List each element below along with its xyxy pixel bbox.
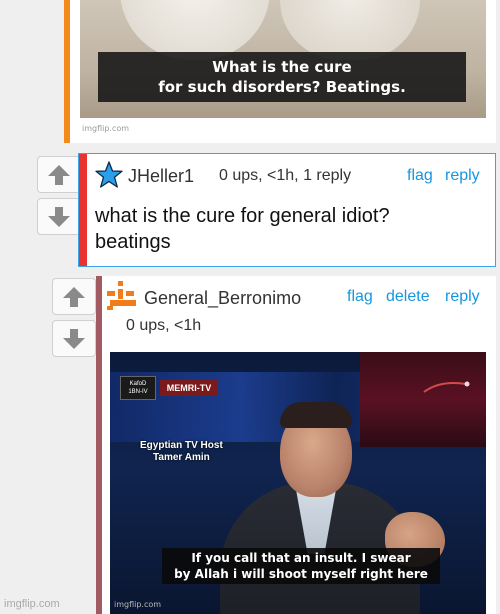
reply-link[interactable]: reply [445,167,480,185]
comment-body-line1: what is the cure for general idiot? [95,205,390,227]
comment-username[interactable]: General_Berronimo [144,288,301,309]
pixel-logo-icon[interactable] [107,281,139,311]
arrow-down-icon [48,207,70,227]
flag-link[interactable]: flag [347,288,373,306]
channel-logo-line2: 1BN-IV [128,389,148,395]
reply-caption-line2: by Allah i will shoot myself right here [174,567,428,581]
page-watermark: imgflip.com [4,598,60,610]
arrow-up-icon [63,287,85,307]
arrow-down-icon [63,329,85,349]
star-icon[interactable] [95,161,123,188]
comment-body: what is the cure for general idiot? beat… [95,203,485,255]
comment-accent-bar [79,154,87,266]
host-figure-hair [280,402,352,428]
reply-caption-line1: If you call that an insult. I swear [191,551,411,565]
comment-meta: 0 ups, <1h, 1 reply [219,167,352,184]
arrow-up-icon [48,165,70,185]
downvote-button[interactable] [37,198,81,235]
parent-meme-image[interactable]: What is the cure for such disorders? Bea… [80,0,486,118]
comment-body-line2: beatings [95,231,171,253]
robed-figure-left [120,0,270,60]
parent-meme-caption: What is the cure for such disorders? Bea… [98,52,466,102]
channel-tag-graphic [420,378,474,396]
host-lower-third: Egyptian TV Host Tamer Amin [140,440,223,464]
channel-logo: KafoD 1BN-IV [120,376,156,400]
comment-meta: 0 ups, <1h [126,317,202,334]
channel-tag-icon [423,381,470,393]
downvote-button[interactable] [52,320,96,357]
parent-caption-line2: for such disorders? Beatings. [158,78,406,96]
channel-logo-line1: KafoD [129,381,147,387]
host-label-line1: Egyptian TV Host [140,440,223,451]
host-label-line2: Tamer Amin [153,452,210,463]
upvote-button[interactable] [52,278,96,315]
reply-meme-caption: If you call that an insult. I swear by A… [162,548,440,584]
robed-figure-right [280,0,420,60]
reply-meme-image[interactable]: KafoD 1BN-IV MEMRI-TV Egyptian TV Host T… [110,352,486,614]
parent-watermark: imgflip.com [82,124,130,133]
reply-meme-watermark: imgflip.com [114,600,162,609]
parent-caption-line1: What is the cure [212,58,352,76]
memri-banner: MEMRI-TV [160,380,218,396]
studio-red-panel [360,352,486,447]
comment-accent-bar [96,276,102,614]
upvote-button[interactable] [37,156,81,193]
reply-link[interactable]: reply [445,288,480,306]
delete-link[interactable]: delete [386,288,430,306]
comment-username[interactable]: JHeller1 [128,166,194,187]
flag-link[interactable]: flag [407,167,433,185]
